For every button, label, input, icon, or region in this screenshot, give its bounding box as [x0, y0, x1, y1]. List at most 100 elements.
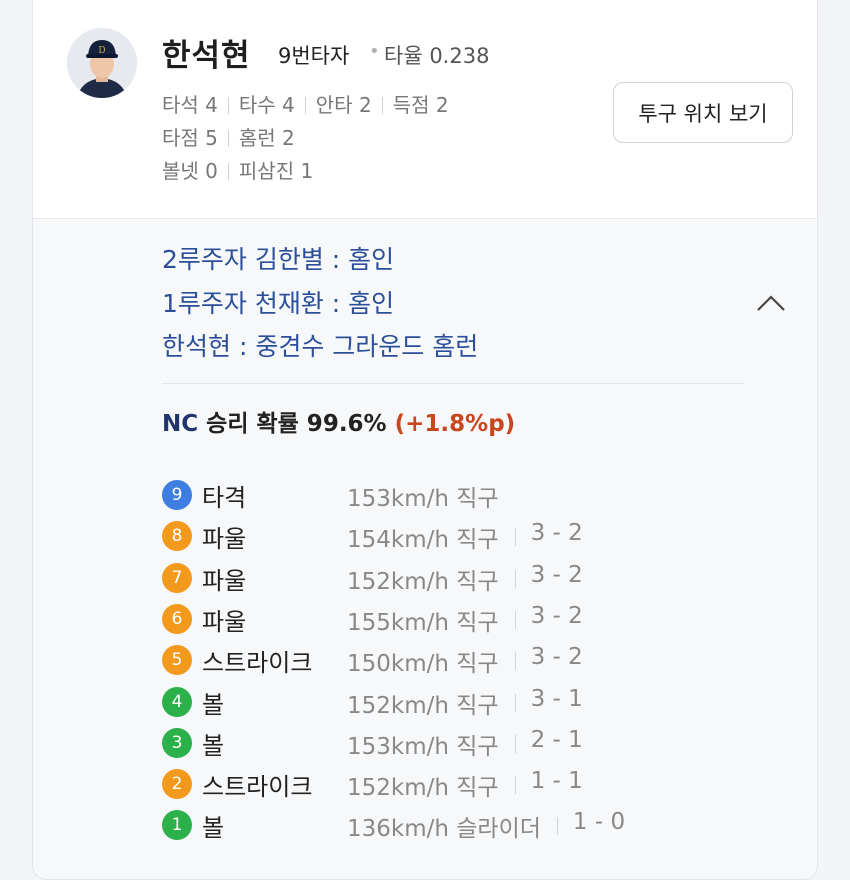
count-separator [514, 776, 516, 795]
pitch-row: 2 스트라이크 152km/h 직구 1 - 1 [162, 767, 762, 802]
count-separator [514, 734, 516, 753]
pitch-detail: 152km/h 직구 [347, 768, 499, 802]
pitch-speed: 152km/h [347, 568, 449, 595]
batter-header: D 한석현 9번타자 • 타율 0.238 타석 4 타수 4 안타 2 득점 2 타… [33, 0, 817, 219]
pitch-speed: 150km/h [347, 651, 449, 678]
pitch-type: 직구 [448, 486, 499, 512]
pitch-count: 2 - 1 [530, 726, 583, 753]
pitch-detail: 153km/h 직구 [347, 727, 499, 761]
player-avatar[interactable]: D [67, 28, 137, 98]
pitch-result: 볼 [202, 731, 225, 760]
pitch-detail: 150km/h 직구 [347, 644, 499, 678]
svg-text:D: D [98, 46, 105, 56]
pitch-type: 직구 [448, 609, 499, 636]
play-event: 1루주자 천재환 : 홈인 [162, 289, 395, 318]
count-separator [514, 610, 516, 629]
win-prob-delta: (+1.8%p) [394, 411, 516, 437]
pitch-detail: 136km/h 슬라이더 [347, 809, 541, 843]
pitch-row: 1 볼 136km/h 슬라이더 1 - 0 [162, 808, 762, 843]
player-photo-icon: D [67, 28, 137, 98]
stat-at-bats: 타수 4 [238, 93, 295, 117]
player-name: 한석현 [162, 38, 251, 74]
pitch-row: 8 파울 154km/h 직구 3 - 2 [162, 519, 762, 554]
pitch-location-button[interactable]: 투구 위치 보기 [613, 82, 793, 143]
pitch-speed: 153km/h [347, 486, 449, 512]
pitch-number-badge: 4 [162, 686, 192, 717]
pitch-speed: 155km/h [347, 609, 449, 636]
count-separator [514, 693, 516, 712]
pitch-type: 직구 [448, 775, 499, 802]
pitch-row: 6 파울 155km/h 직구 3 - 2 [162, 602, 762, 637]
batting-average: 타율 0.238 [384, 44, 490, 68]
pitch-result: 스트라이크 [202, 649, 313, 678]
stat-rbi: 타점 5 [162, 126, 218, 150]
count-separator [556, 817, 558, 836]
pitch-row: 7 파울 152km/h 직구 3 - 2 [162, 561, 762, 596]
pitch-type: 직구 [448, 568, 499, 595]
pitch-speed: 154km/h [347, 527, 449, 554]
play-event: 2루주자 김한별 : 홈인 [162, 245, 395, 274]
pitch-result: 파울 [202, 607, 247, 636]
pitch-result: 파울 [202, 566, 247, 595]
pitch-result: 볼 [202, 814, 225, 843]
stat-home-runs: 홈런 2 [238, 126, 295, 150]
pitch-count: 1 - 1 [530, 768, 583, 795]
pitch-speed: 153km/h [347, 733, 449, 760]
win-prob-value: 승리 확률 99.6% [206, 411, 387, 437]
stat-runs: 득점 2 [392, 93, 449, 117]
win-prob-team: NC [162, 411, 199, 437]
pitch-row: 4 볼 152km/h 직구 3 - 1 [162, 685, 762, 720]
pitch-speed: 152km/h [347, 775, 449, 802]
stat-hits: 안타 2 [315, 93, 372, 117]
pitch-result: 파울 [202, 525, 247, 554]
stat-line-1: 타석 4 타수 4 안타 2 득점 2 [162, 89, 449, 118]
stat-plate-appearances: 타석 4 [162, 93, 218, 117]
pitch-count: 3 - 2 [530, 520, 583, 547]
pitch-count: 3 - 2 [530, 602, 583, 629]
pitch-row: 3 볼 153km/h 직구 2 - 1 [162, 726, 762, 761]
count-separator [514, 569, 516, 588]
pitch-number-badge: 3 [162, 727, 192, 758]
pitch-count: 3 - 2 [530, 561, 583, 588]
pitch-number-badge: 7 [162, 562, 192, 593]
play-card: D 한석현 9번타자 • 타율 0.238 타석 4 타수 4 안타 2 득점 2 타… [32, 0, 818, 880]
play-event: 한석현 : 중견수 그라운드 홈런 [162, 332, 479, 361]
pitch-detail: 154km/h 직구 [347, 520, 499, 554]
pitch-row: 9 타격 153km/h 직구 [162, 478, 762, 513]
pitch-result: 타격 [202, 484, 247, 512]
pitch-count: 3 - 2 [530, 644, 583, 671]
pitch-speed: 136km/h [347, 816, 449, 843]
pitch-detail: 153km/h 직구 [347, 479, 499, 513]
pitch-detail: 152km/h 직구 [347, 686, 499, 720]
stat-strikeouts: 피삼진 1 [238, 159, 314, 183]
pitch-detail: 152km/h 직구 [347, 562, 499, 596]
pitch-type: 직구 [448, 651, 499, 678]
count-separator [514, 652, 516, 671]
chevron-up-icon[interactable] [755, 292, 787, 314]
pitch-type: 슬라이더 [448, 816, 541, 843]
stat-line-3: 볼넷 0 피삼진 1 [162, 155, 313, 184]
count-separator [514, 528, 516, 547]
pitch-number-badge: 9 [162, 480, 192, 510]
pitch-number-badge: 5 [162, 645, 192, 676]
section-divider [162, 383, 744, 384]
pitch-detail: 155km/h 직구 [347, 603, 499, 637]
pitch-type: 직구 [448, 527, 499, 554]
stat-line-2: 타점 5 홈런 2 [162, 122, 295, 151]
pitch-type: 직구 [448, 692, 499, 719]
pitch-type: 직구 [448, 733, 499, 760]
pitch-number-badge: 6 [162, 603, 192, 634]
pitch-result: 스트라이크 [202, 773, 313, 802]
batting-order: 9번타자 [278, 44, 350, 68]
pitch-row: 5 스트라이크 150km/h 직구 3 - 2 [162, 643, 762, 678]
stat-walks: 볼넷 0 [162, 159, 218, 183]
pitch-number-badge: 2 [162, 769, 192, 800]
pitch-number-badge: 1 [162, 810, 192, 841]
pitch-number-badge: 8 [162, 521, 192, 552]
pitch-speed: 152km/h [347, 692, 449, 719]
separator-dot: • [369, 41, 380, 62]
win-probability: NC 승리 확률 99.6% (+1.8%p) [162, 404, 515, 438]
pitch-result: 볼 [202, 690, 225, 719]
pitch-count: 1 - 0 [572, 809, 626, 836]
pitch-count: 3 - 1 [530, 685, 583, 712]
